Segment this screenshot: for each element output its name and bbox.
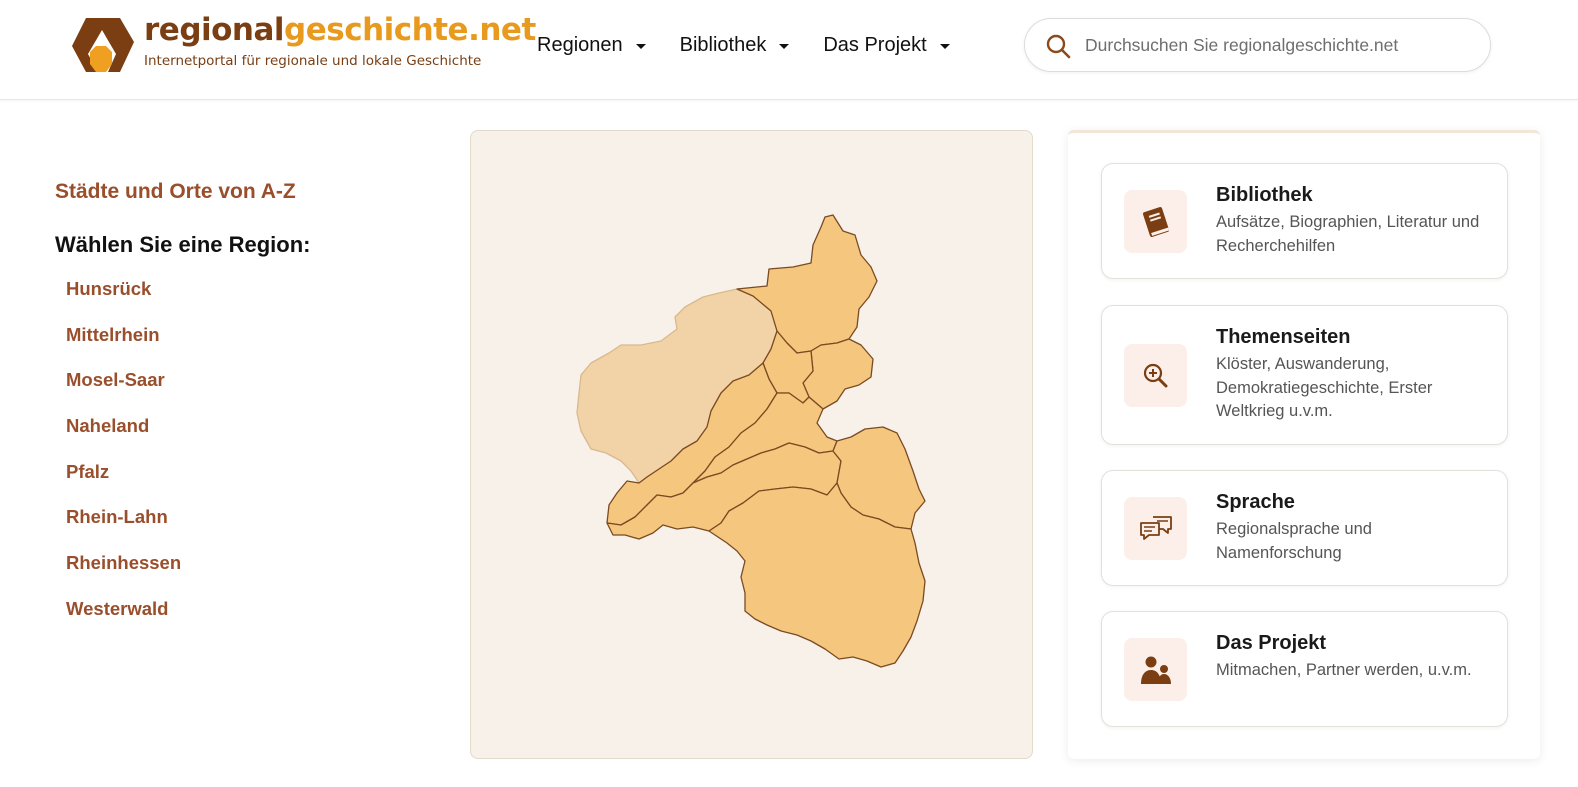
region-link-pfalz[interactable]: Pfalz — [66, 461, 109, 482]
nav-bibliothek-label: Bibliothek — [679, 34, 767, 56]
logo-title: regionalgeschichte.net — [144, 12, 536, 48]
caret-down-icon — [779, 44, 790, 49]
card-description: Regionalsprache und Namenforschung — [1216, 520, 1372, 562]
nav-regionen[interactable]: Regionen — [537, 34, 646, 57]
feature-panel: Bibliothek Aufsätze, Biographien, Litera… — [1068, 130, 1540, 759]
card-das-projekt[interactable]: Das Projekt Mitmachen, Partner werden, u… — [1101, 611, 1508, 727]
card-description: Mitmachen, Partner werden, u.v.m. — [1216, 661, 1472, 679]
list-item: Rheinhessen — [55, 552, 435, 598]
az-places-link[interactable]: Städte und Orte von A-Z — [55, 180, 435, 204]
region-map-svg — [576, 214, 926, 668]
site-logo[interactable]: regionalgeschichte.net Internetportal fü… — [72, 12, 536, 76]
main-nav: Regionen Bibliothek Das Projekt — [537, 34, 950, 57]
nav-das-projekt-label: Das Projekt — [823, 34, 927, 56]
search-input[interactable] — [1085, 29, 1475, 61]
card-sprache[interactable]: Sprache Regionalsprache und Namenforschu… — [1101, 470, 1508, 586]
card-icon-box — [1124, 497, 1187, 560]
region-link-mosel-saar[interactable]: Mosel-Saar — [66, 369, 165, 390]
speech-bubbles-icon — [1140, 516, 1172, 540]
region-list: Hunsrück Mittelrhein Mosel-Saar Naheland… — [55, 278, 435, 644]
region-link-naheland[interactable]: Naheland — [66, 415, 149, 436]
region-link-westerwald[interactable]: Westerwald — [66, 598, 168, 619]
map-region-rhein-lahn[interactable] — [802, 338, 874, 410]
card-title: Sprache — [1216, 491, 1295, 513]
people-icon — [1141, 656, 1171, 684]
nav-regionen-label: Regionen — [537, 34, 623, 56]
card-title: Das Projekt — [1216, 632, 1327, 654]
nav-das-projekt[interactable]: Das Projekt — [823, 34, 950, 57]
region-map — [470, 130, 1033, 759]
list-item: Mittelrhein — [55, 324, 435, 370]
choose-region-heading: Wählen Sie eine Region: — [55, 232, 311, 257]
region-link-rhein-lahn[interactable]: Rhein-Lahn — [66, 506, 168, 527]
region-sidebar: Städte und Orte von A-Z Wählen Sie eine … — [55, 180, 435, 644]
site-header: regionalgeschichte.net Internetportal fü… — [0, 0, 1578, 100]
card-icon-box — [1124, 344, 1187, 407]
list-item: Hunsrück — [55, 278, 435, 324]
region-link-hunsrueck[interactable]: Hunsrück — [66, 278, 151, 299]
list-item: Naheland — [55, 415, 435, 461]
card-bibliothek[interactable]: Bibliothek Aufsätze, Biographien, Litera… — [1101, 163, 1508, 279]
list-item: Rhein-Lahn — [55, 506, 435, 552]
card-icon-box — [1124, 190, 1187, 253]
book-icon — [1142, 207, 1170, 237]
card-icon-box — [1124, 638, 1187, 701]
list-item: Pfalz — [55, 461, 435, 507]
search-icon[interactable] — [1045, 33, 1071, 59]
logo-title-part1: regional — [144, 12, 285, 48]
card-description: Aufsätze, Biographien, Literatur und Rec… — [1216, 213, 1480, 255]
card-description: Klöster, Auswanderung, Demokratiegeschic… — [1216, 355, 1433, 420]
list-item: Mosel-Saar — [55, 369, 435, 415]
card-title: Themenseiten — [1216, 326, 1351, 348]
card-themenseiten[interactable]: Themenseiten Klöster, Auswanderung, Demo… — [1101, 305, 1508, 445]
nav-bibliothek[interactable]: Bibliothek — [680, 34, 790, 57]
logo-title-part2: geschichte.net — [284, 12, 536, 48]
magnifier-plus-icon — [1143, 363, 1168, 388]
region-link-mittelrhein[interactable]: Mittelrhein — [66, 324, 160, 345]
caret-down-icon — [635, 44, 646, 49]
list-item: Westerwald — [55, 598, 435, 644]
card-title: Bibliothek — [1216, 184, 1313, 206]
caret-down-icon — [939, 44, 950, 49]
region-link-rheinhessen[interactable]: Rheinhessen — [66, 552, 181, 573]
logo-mark-icon — [72, 18, 134, 72]
search-box — [1024, 18, 1491, 72]
logo-subtitle: Internetportal für regionale und lokale … — [144, 53, 482, 69]
